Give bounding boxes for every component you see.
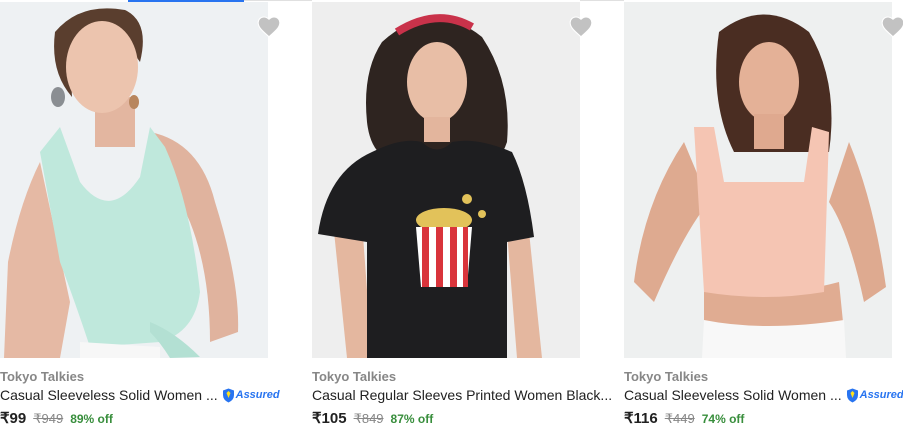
assured-badge: Assured <box>222 388 280 403</box>
product-image[interactable] <box>624 2 892 358</box>
wishlist-heart-icon[interactable] <box>568 14 594 38</box>
price-row: ₹99 ₹949 89% off <box>0 409 113 427</box>
assured-label: Assured <box>859 389 903 401</box>
product-card[interactable]: Tokyo Talkies Casual Regular Sleeves Pri… <box>312 0 612 429</box>
product-photo <box>312 2 580 358</box>
assured-shield-icon <box>222 388 234 402</box>
price-row: ₹105 ₹849 87% off <box>312 409 433 427</box>
product-card[interactable]: Tokyo Talkies Casual Sleeveless Solid Wo… <box>0 0 282 429</box>
product-discount: 89% off <box>70 412 113 426</box>
product-brand: Tokyo Talkies <box>312 369 397 384</box>
product-price: ₹116 <box>624 410 658 427</box>
price-row: ₹116 ₹449 74% off <box>624 409 744 427</box>
assured-shield-icon <box>846 388 858 402</box>
product-mrp: ₹849 <box>353 411 384 426</box>
product-title[interactable]: Casual Sleeveless Solid Women ... Assure… <box>0 387 280 403</box>
product-title[interactable]: Casual Sleeveless Solid Women ... Assure… <box>624 387 903 403</box>
product-image[interactable] <box>0 2 268 358</box>
product-card[interactable]: Tokyo Talkies Casual Sleeveless Solid Wo… <box>624 0 903 429</box>
wishlist-heart-icon[interactable] <box>256 14 282 38</box>
product-price: ₹99 <box>0 410 27 427</box>
wishlist-heart-icon[interactable] <box>880 14 903 38</box>
product-photo <box>0 2 268 358</box>
product-title-text: Casual Sleeveless Solid Women ... <box>624 387 842 403</box>
product-discount: 74% off <box>701 412 745 426</box>
product-discount: 87% off <box>390 412 434 426</box>
product-title-text: Casual Regular Sleeves Printed Women Bla… <box>312 387 613 403</box>
product-mrp: ₹949 <box>33 411 64 426</box>
product-price: ₹105 <box>312 410 347 427</box>
product-brand: Tokyo Talkies <box>0 369 85 384</box>
product-photo <box>624 2 892 358</box>
product-image[interactable] <box>312 2 580 358</box>
product-title-text: Casual Sleeveless Solid Women ... <box>0 387 218 403</box>
product-mrp: ₹449 <box>664 411 695 426</box>
assured-label: Assured <box>235 389 280 401</box>
assured-badge: Assured <box>846 388 903 403</box>
product-title[interactable]: Casual Regular Sleeves Printed Women Bla… <box>312 387 612 403</box>
product-brand: Tokyo Talkies <box>624 369 709 384</box>
